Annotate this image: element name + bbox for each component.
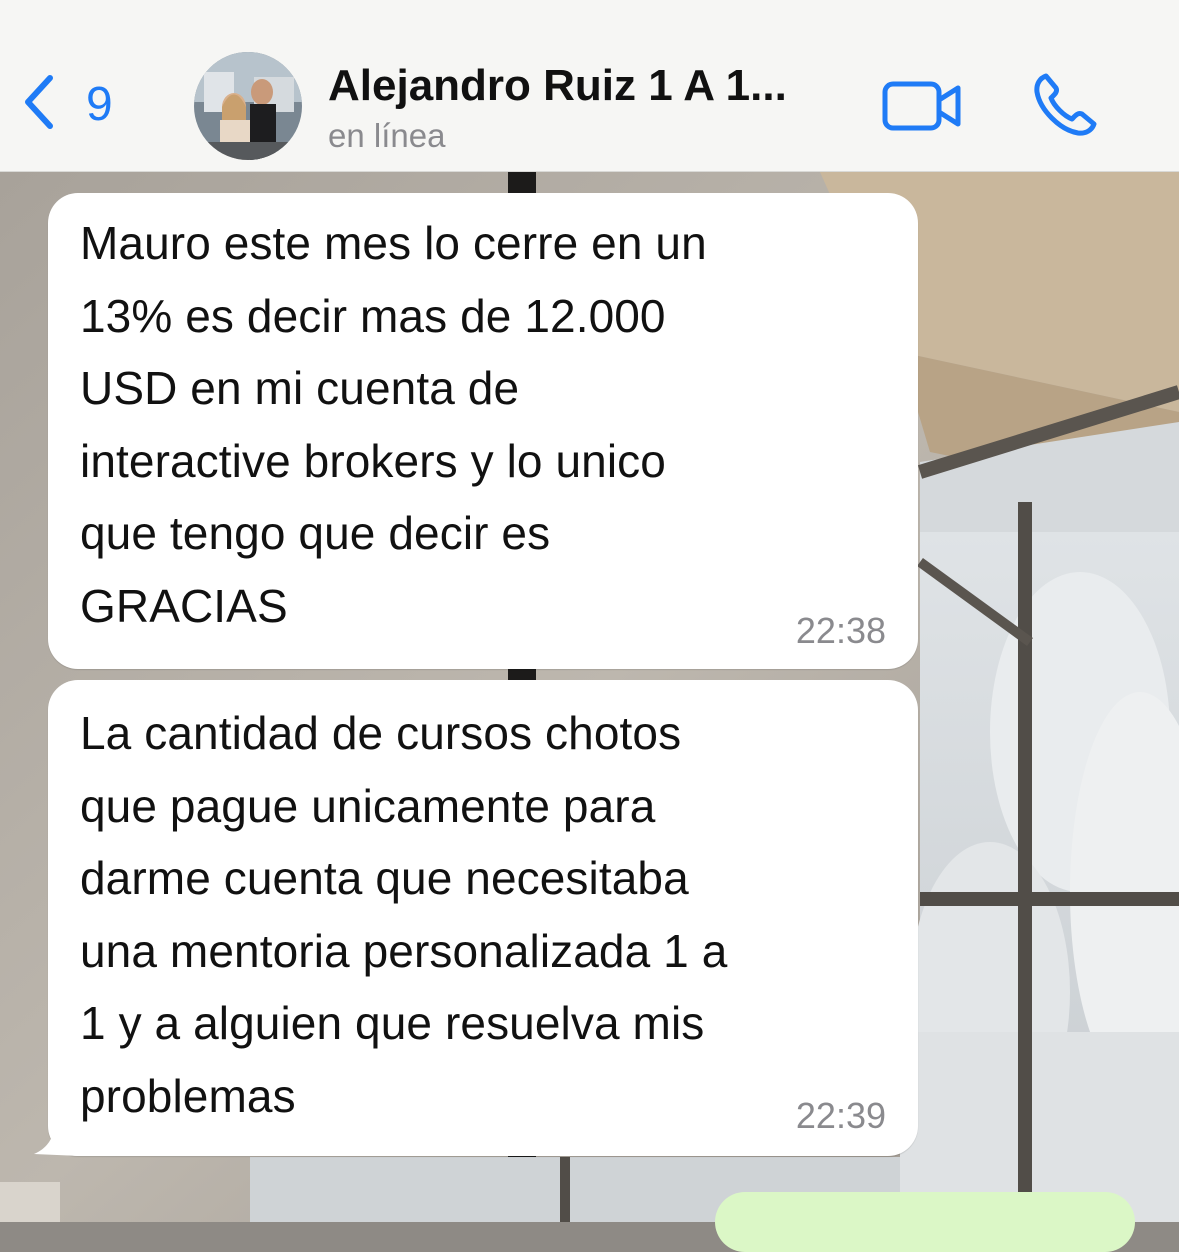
back-button[interactable]: 9 <box>22 68 142 140</box>
unread-count: 9 <box>86 77 113 131</box>
bubble-tail <box>34 1118 80 1156</box>
message-bubble-received[interactable]: La cantidad de cursos chotos que pague u… <box>48 680 918 1156</box>
message-timestamp: 22:39 <box>795 1095 886 1136</box>
contact-name: Alejandro Ruiz 1 A 1... <box>328 61 787 110</box>
message-bubble-sent[interactable] <box>715 1192 1135 1252</box>
message-text: Mauro este mes lo cerre en un 13% es dec… <box>80 217 707 632</box>
chat-header: 9 Alejandro Ruiz 1 A 1... en línea <box>0 0 1179 172</box>
contact-info[interactable]: Alejandro Ruiz 1 A 1... en línea <box>328 58 848 156</box>
chevron-left-icon <box>22 72 56 137</box>
video-call-button[interactable] <box>882 78 962 134</box>
online-status: en línea <box>328 117 446 154</box>
video-camera-icon <box>882 81 962 138</box>
message-text: La cantidad de cursos chotos que pague u… <box>80 707 728 1122</box>
message-bubble-received[interactable]: Mauro este mes lo cerre en un 13% es dec… <box>48 193 918 669</box>
avatar[interactable] <box>194 52 302 160</box>
message-timestamp: 22:38 <box>795 610 886 651</box>
phone-icon <box>1030 73 1100 144</box>
voice-call-button[interactable] <box>1030 70 1100 140</box>
